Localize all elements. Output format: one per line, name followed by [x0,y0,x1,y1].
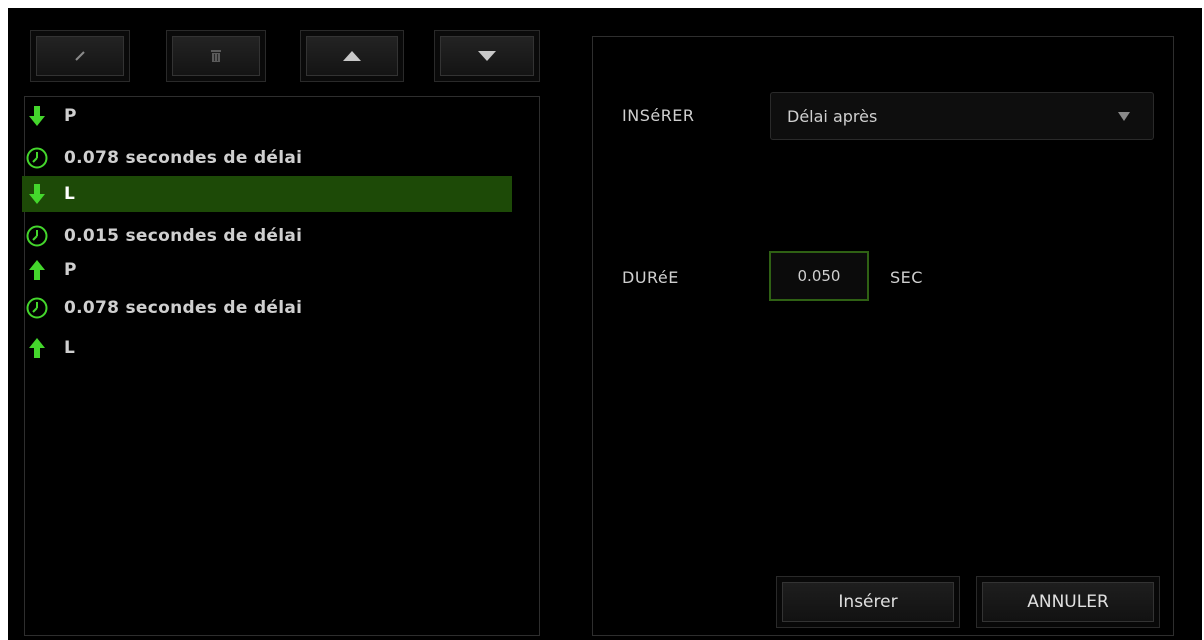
delete-button[interactable] [166,30,266,82]
clock-icon [24,147,50,169]
list-item-label: 0.078 secondes de délai [64,148,303,168]
move-down-button[interactable] [434,30,540,82]
insert-type-value: Délai après [787,106,878,126]
list-item-label: P [64,106,77,126]
trash-icon [211,50,221,62]
duration-label: DURéE [622,268,679,287]
duration-unit: SEC [890,268,923,287]
clock-icon [24,297,50,319]
list-item-label: 0.078 secondes de délai [64,298,303,318]
list-item-label: 0.015 secondes de délai [64,226,303,246]
insert-type-select[interactable]: Délai après [770,92,1154,140]
list-item[interactable]: P [22,98,512,134]
insert-button[interactable]: Insérer [776,576,960,628]
duration-input[interactable]: 0.050 [769,251,869,301]
list-item[interactable]: 0.078 secondes de délai [22,290,512,326]
list-item[interactable]: 0.015 secondes de délai [22,218,512,254]
list-item-label: P [64,260,77,280]
list-item[interactable]: L [22,330,512,366]
clock-icon [24,225,50,247]
insert-button-label: Insérer [782,582,954,622]
edit-button[interactable] [30,30,130,82]
list-item-label: L [64,184,76,204]
insert-label: INSéRER [622,106,695,125]
move-up-button[interactable] [300,30,404,82]
list-item-selected[interactable]: L [22,176,512,212]
list-item[interactable]: P [22,252,512,288]
arrow-down-icon [24,184,50,204]
pencil-icon [75,51,85,61]
list-item-label: L [64,338,76,358]
chevron-down-icon [1118,112,1130,121]
list-item[interactable]: 0.078 secondes de délai [22,140,512,176]
cancel-button[interactable]: ANNULER [976,576,1160,628]
arrow-up-icon [24,338,50,358]
arrow-up-icon [24,260,50,280]
triangle-up-icon [343,51,361,61]
arrow-down-icon [24,106,50,126]
triangle-down-icon [478,51,496,61]
cancel-button-label: ANNULER [982,582,1154,622]
